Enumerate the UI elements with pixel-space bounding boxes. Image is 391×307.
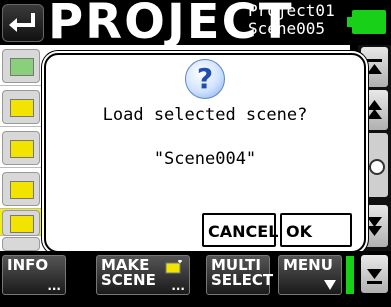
menu-arrow-icon	[324, 280, 336, 290]
dialog-scene-name: "Scene004"	[153, 149, 257, 169]
multi-select-button[interactable]: MULTI SELECT	[206, 255, 274, 295]
make-scene-ellipsis: ...	[171, 279, 185, 293]
make-scene-button[interactable]: MAKE SCENE ...	[96, 255, 190, 295]
current-scene-name: Scene005	[248, 19, 326, 38]
cancel-button[interactable]: CANCEL	[202, 213, 278, 247]
new-folder-icon	[165, 260, 182, 274]
status-indicator	[346, 256, 354, 294]
multi-select-label-line2: SELECT	[211, 271, 274, 289]
folder-icon	[2, 90, 40, 124]
folder-icon	[2, 172, 40, 206]
scroll-thumb-grip	[369, 159, 385, 175]
project-name: Project01	[248, 1, 335, 20]
function-bar: INFO ... MAKE SCENE ... MULTI SELECT MEN…	[0, 251, 391, 296]
info-button[interactable]: INFO ...	[2, 255, 66, 295]
scroll-bottom-button[interactable]	[361, 255, 388, 293]
info-label: INFO	[7, 256, 49, 274]
ok-button[interactable]: OK	[280, 213, 352, 247]
folder-icon	[2, 210, 40, 236]
folder-icon	[2, 131, 40, 165]
return-arrow-icon	[9, 13, 35, 32]
menu-button[interactable]: MENU	[278, 255, 342, 295]
info-ellipsis: ...	[47, 279, 61, 293]
question-icon: ?	[185, 59, 225, 99]
confirm-dialog: ? Load selected scene? "Scene004" CANCEL…	[44, 53, 366, 253]
current-scene-icon	[2, 237, 40, 251]
scroll-bottom-icon	[367, 269, 382, 284]
battery-icon	[347, 10, 386, 34]
header-bar: PROJECT Project01 Scene005	[0, 0, 391, 50]
menu-label: MENU	[283, 256, 333, 274]
parent-folder-icon	[2, 49, 40, 83]
dialog-message: Load selected scene?	[102, 105, 308, 125]
back-button[interactable]	[2, 4, 44, 42]
